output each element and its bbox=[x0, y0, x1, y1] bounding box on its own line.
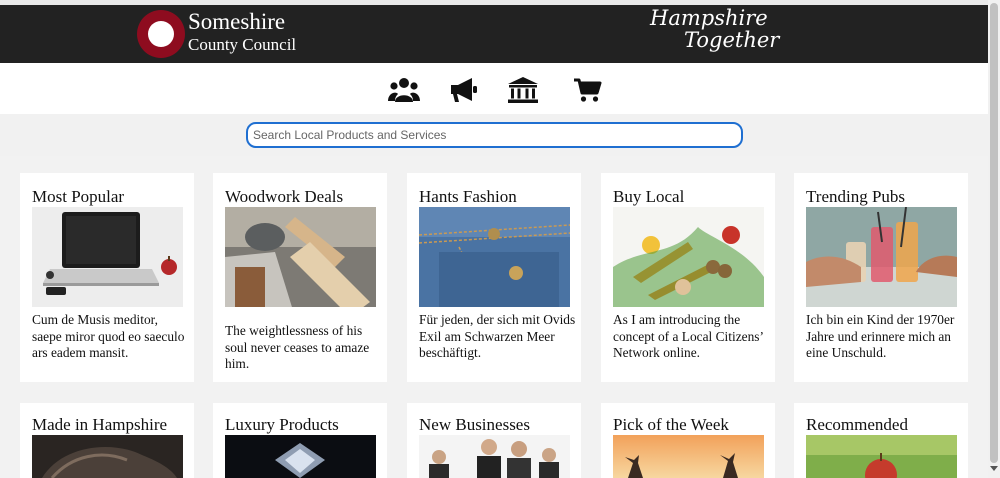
card-title[interactable]: Made in Hampshire bbox=[32, 414, 167, 436]
icon-nav-bar bbox=[0, 63, 988, 114]
card-luxury-products[interactable]: Luxury Products bbox=[213, 403, 387, 478]
diamond-image[interactable] bbox=[225, 435, 376, 478]
card-title[interactable]: Pick of the Week bbox=[613, 414, 729, 436]
card-title[interactable]: Buy Local bbox=[613, 186, 684, 208]
brand-title-line2: Together bbox=[684, 28, 780, 52]
bank-icon[interactable] bbox=[507, 76, 539, 104]
card-woodwork-deals[interactable]: Woodwork Deals The weightlessness of his… bbox=[213, 173, 387, 382]
sunset-image[interactable] bbox=[613, 435, 764, 478]
card-title[interactable]: Most Popular bbox=[32, 186, 124, 208]
card-title[interactable]: Trending Pubs bbox=[806, 186, 905, 208]
card-text: Cum de Musis meditor, saepe miror quod e… bbox=[32, 312, 185, 360]
card-new-businesses[interactable]: New Businesses bbox=[407, 403, 581, 478]
laptop-image[interactable] bbox=[32, 207, 183, 307]
card-pick-of-the-week[interactable]: Pick of the Week bbox=[601, 403, 775, 478]
card-buy-local[interactable]: Buy Local As I am introducing the concep… bbox=[601, 173, 775, 382]
site-header: Someshire County Council Hampshire Toget… bbox=[0, 5, 988, 63]
card-text: The weightlessness of his soul never cea… bbox=[225, 323, 370, 371]
card-title[interactable]: Woodwork Deals bbox=[225, 186, 343, 208]
wood-lathe-image[interactable] bbox=[225, 207, 376, 307]
search-band bbox=[0, 114, 988, 156]
card-text: Ich bin ein Kind der 1970er Jahre und er… bbox=[806, 312, 955, 360]
card-title[interactable]: Hants Fashion bbox=[419, 186, 517, 208]
search-input[interactable] bbox=[246, 122, 743, 148]
card-recommended[interactable]: Recommended bbox=[794, 403, 968, 478]
logo-subtitle[interactable]: County Council bbox=[188, 35, 296, 55]
card-text: Für jeden, der sich mit Ovids Exil am Sc… bbox=[419, 312, 576, 360]
card-title[interactable]: Luxury Products bbox=[225, 414, 339, 436]
megaphone-icon[interactable] bbox=[448, 76, 480, 104]
vertical-scrollbar[interactable] bbox=[988, 0, 1000, 478]
business-people-image[interactable] bbox=[419, 435, 570, 478]
card-title[interactable]: Recommended bbox=[806, 414, 908, 436]
denim-jeans-image[interactable] bbox=[419, 207, 570, 307]
vegetables-image[interactable] bbox=[613, 207, 764, 307]
card-made-in-hampshire[interactable]: Made in Hampshire bbox=[20, 403, 194, 478]
card-trending-pubs[interactable]: Trending Pubs Ich bin ein Kind der 1970e… bbox=[794, 173, 968, 382]
cocktails-image[interactable] bbox=[806, 207, 957, 307]
card-hants-fashion[interactable]: Hants Fashion Für jeden, der sich mit Ov… bbox=[407, 173, 581, 382]
community-icon[interactable] bbox=[388, 76, 420, 104]
card-title[interactable]: New Businesses bbox=[419, 414, 530, 436]
council-logo-icon[interactable] bbox=[137, 10, 185, 58]
apple-image[interactable] bbox=[806, 435, 957, 478]
logo-title[interactable]: Someshire bbox=[188, 9, 285, 35]
card-text: As I am introducing the concept of a Loc… bbox=[613, 312, 763, 360]
shoes-image[interactable] bbox=[32, 435, 183, 478]
shopping-cart-icon[interactable] bbox=[572, 76, 604, 104]
scrollbar-thumb[interactable] bbox=[990, 3, 998, 463]
card-most-popular[interactable]: Most Popular Cum de Musis meditor, saepe… bbox=[20, 173, 194, 382]
scroll-down-arrow-icon[interactable] bbox=[990, 466, 998, 471]
